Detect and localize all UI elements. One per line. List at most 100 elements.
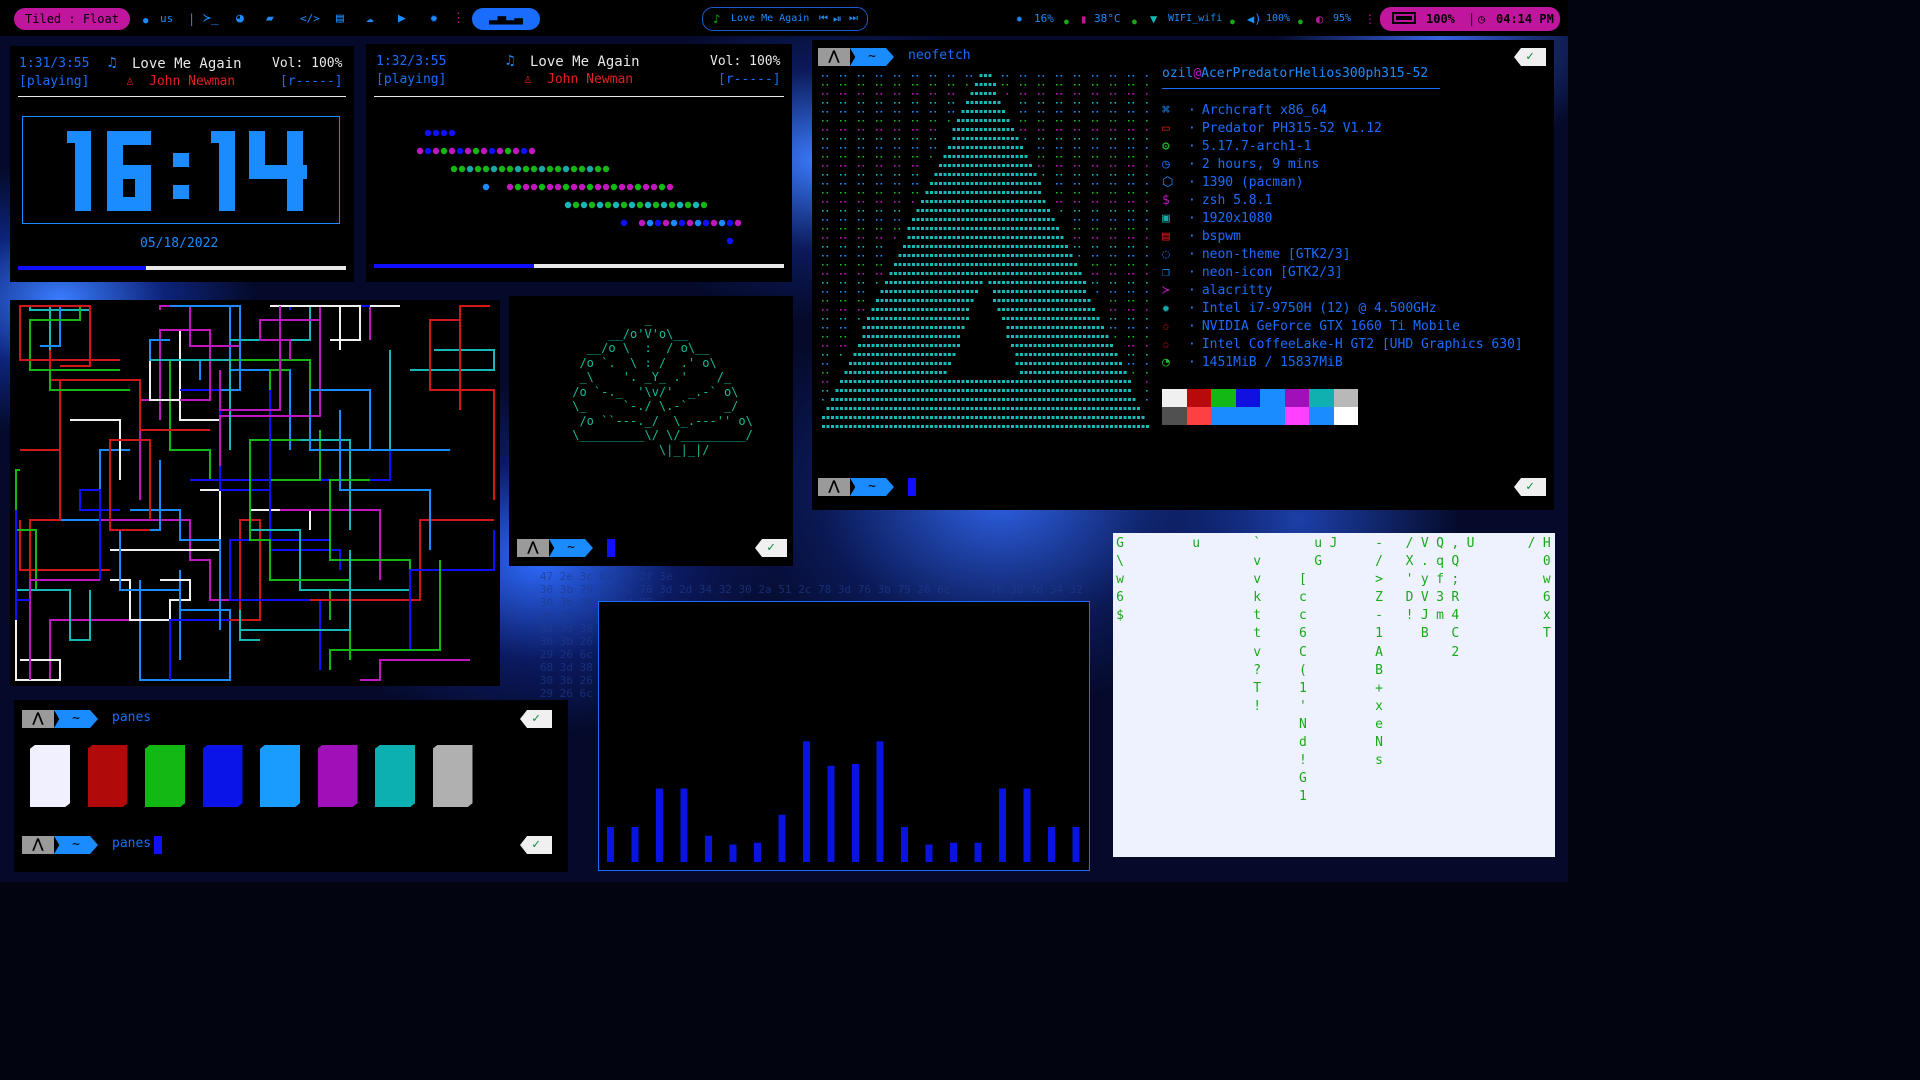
logo-dot [894,129,896,131]
palette-swatch [1309,389,1334,407]
logo-dot [1123,425,1127,428]
previous-track-icon[interactable]: ⏮ [819,8,828,30]
logo-dot [880,344,884,347]
pipes-screensaver-window[interactable] [10,300,500,686]
menu-dots-icon[interactable]: ⋮ [452,11,465,27]
volume-icon[interactable]: ◀) [1247,11,1261,27]
logo-dot [1074,192,1076,194]
progress-track[interactable] [18,266,346,270]
logo-dot [1065,398,1068,401]
matrix-rain-window[interactable]: G \ w 6 $ u ` v v k t t v ? T ! [ c c 6 C … [1113,533,1555,857]
progress-track[interactable] [374,264,784,268]
notes-icon[interactable]: ▤ [336,11,344,27]
person-icon: ♙ [524,72,532,87]
logo-dot [1002,398,1005,401]
logo-dot [1006,272,1010,275]
logo-dot [822,129,824,131]
music-player-clock-window[interactable]: 1:31/3:55 [playing] ♫ Love Me Again ♙ Jo… [10,46,354,282]
logo-dot [1078,335,1082,338]
logo-dot [1114,407,1118,410]
logo-dot [844,102,847,104]
music-player-visualizer-window[interactable]: 1:32/3:55 [playing] ♫ Love Me Again ♙ Jo… [366,44,792,282]
terminal-cursor [607,539,615,557]
panes-terminal-window[interactable]: ⋀ ~ panes ✓ ⋀ ~ panes ✓ [14,700,568,872]
logo-dot [1146,264,1148,266]
color-pane [202,745,243,807]
media-player-icon[interactable]: ▶ [398,11,406,27]
logo-dot [993,425,996,428]
logo-dot [979,425,983,428]
logo-dot [898,84,901,86]
settings-gear-icon[interactable]: ✹ [430,11,438,27]
logo-dot [876,93,878,95]
logo-dot [961,191,965,194]
logo-dot [916,236,920,239]
chat-icon[interactable]: ☁ [366,11,374,27]
workspace-indicator[interactable]: ▂▄▂▃ [472,8,540,30]
next-track-icon[interactable]: ⏭ [849,8,858,30]
logo-dot [979,209,983,212]
logo-dot [876,407,879,410]
info-value: Predator PH315-52 V1.12 [1201,121,1382,136]
terminal-app-icon[interactable]: ≻_ [203,11,219,27]
firefox-icon[interactable]: ◕ [236,11,244,27]
logo-dot [880,93,883,95]
logo-dot [970,155,974,158]
code-editor-icon[interactable]: </> [300,11,320,27]
logo-dot [840,237,842,239]
logo-dot [916,209,920,212]
logo-dot [1110,362,1113,365]
logo-dot [903,398,906,401]
now-playing-pill[interactable]: ♪ Love Me Again ⏮ ⏯ ⏭ [702,7,868,31]
logo-dot [1042,362,1046,365]
logo-dot [1020,308,1023,311]
logo-dot [975,290,978,293]
shell-prompt: ⋀ ~ [818,48,898,66]
logo-dot [907,299,911,302]
logo-dot [885,326,888,329]
logo-dot [826,138,829,140]
logo-dot [1006,75,1009,77]
neofetch-terminal-window[interactable]: ⋀ ~ neofetch ✓ ozil@AcerPredatorHelios30… [812,40,1554,510]
audio-visualizer-window[interactable] [598,601,1090,871]
logo-dot [1002,110,1005,113]
logo-dot [1015,191,1019,194]
logo-dot [957,317,960,320]
wifi-icon[interactable]: ▼ [1150,11,1157,27]
logo-dot [921,218,924,221]
pipe-segment [130,509,221,630]
logo-dot [840,120,842,122]
logo-dot [961,416,965,419]
layout-mode-pill[interactable]: Tiled : Float [14,8,130,30]
logo-dot [867,425,870,428]
play-pause-icon[interactable]: ⏯ [833,8,842,30]
menu-dots-icon[interactable]: ⋮ [1364,11,1376,27]
logo-dot [1038,344,1041,347]
logo-dot [948,290,951,293]
logo-dot [1069,407,1073,410]
battery-clock-pill[interactable]: 100% | ◷ 04:14 PM [1380,7,1560,31]
logo-dot [1065,344,1068,347]
logo-dot [822,291,824,293]
logo-dot [862,291,865,293]
visualizer-dot [726,237,734,245]
logo-dot [1146,255,1148,257]
pipe-segment [15,580,61,681]
ascii-art-terminal-window[interactable]: _ __/o'V'o\__ __/o \ : / o\__ /o `. \ : … [509,296,793,566]
date-display: 05/18/2022 [140,236,219,251]
logo-dot [970,101,974,104]
logo-dot [1056,245,1059,248]
logo-dot [1096,111,1099,113]
logo-dot [948,75,950,77]
folder-icon[interactable]: ▰ [266,11,274,27]
logo-dot [1015,164,1019,167]
logo-dot [993,254,996,257]
logo-dot [957,407,960,410]
logo-dot [1119,389,1122,392]
info-value: Intel CoffeeLake-H GT2 [UHD Graphics 630… [1201,337,1523,352]
pipe-segment [300,439,351,530]
logo-dot [975,380,978,383]
logo-dot [1087,371,1091,374]
brightness-icon[interactable]: ◐ [1316,11,1323,27]
logo-dot [1056,120,1058,122]
